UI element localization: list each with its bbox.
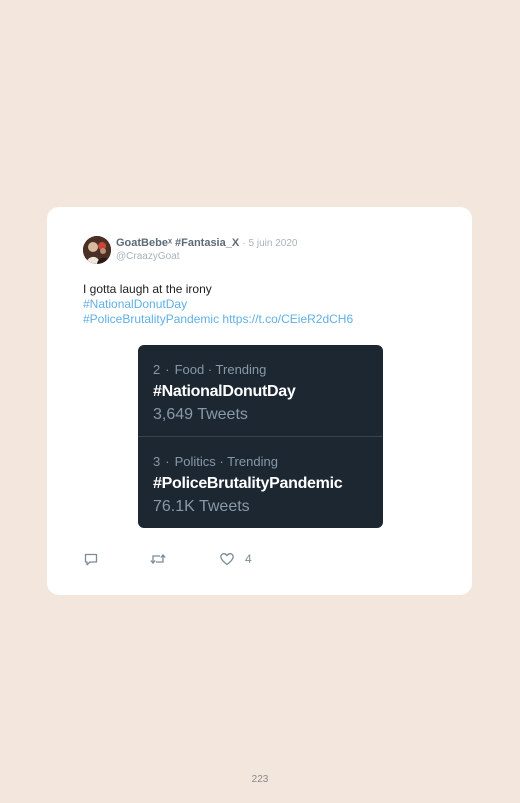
avatar[interactable] [83,236,111,264]
author-display-name[interactable]: GoatBebeˣ [116,237,172,249]
url-link[interactable]: https://t.co/CEieR2dCH6 [222,312,353,326]
trend-count: 76.1K Tweets [153,498,250,515]
trend-separator: · [165,454,170,469]
date-separator: · [242,238,246,249]
trend-separator: · [215,454,228,469]
trend-item: 3 · Politics · Trending #PoliceBrutalityPa… [138,437,383,528]
author-handle[interactable]: @CraazyGoat [116,251,180,263]
trend-meta: 2 · Food · Trending [153,362,266,377]
trend-status: Trending [227,454,278,469]
page-number: 223 [251,774,269,785]
tweet-card: GoatBebeˣ #Fantasia_X · 5 juin 2020 @Craazy… [47,207,472,595]
tweet-text-line: I gotta laugh at the irony [83,282,212,296]
like-button[interactable]: 4 [219,550,252,568]
trend-status: Trending [215,362,267,377]
tweet-date[interactable]: 5 juin 2020 [249,238,298,249]
trend-item: 2 · Food · Trending #NationalDonutDay 3,64… [138,345,383,436]
heart-icon [220,553,234,566]
trend-separator: · [204,362,216,377]
tweet-text: I gotta laugh at the irony #NationalDonu… [83,282,353,327]
trend-name: #NationalDonutDay [153,383,296,400]
trend-rank: 2 [153,362,161,377]
hashtag-link[interactable]: #PoliceBrutalityPandemic [83,312,219,326]
trend-meta: 3 · Politics · Trending [153,454,278,469]
reply-button[interactable] [83,550,99,568]
trend-name: #PoliceBrutalityPandemic [153,475,343,492]
avatar-image [83,236,111,264]
trend-category: Food [174,362,205,377]
like-count: 4 [245,552,252,566]
trend-separator: · [165,362,170,377]
retweet-button[interactable] [149,550,167,568]
retweet-icon [150,554,166,564]
trend-category: Politics [174,454,216,469]
tweet-author: GoatBebeˣ #Fantasia_X · 5 juin 2020 [116,237,297,250]
author-display-hashtag[interactable]: #Fantasia_X [175,237,239,249]
trend-rank: 3 [153,454,161,469]
trend-count: 3,649 Tweets [153,406,248,423]
reply-icon [84,553,98,566]
trends-image[interactable]: 2 · Food · Trending #NationalDonutDay 3,64… [138,345,383,528]
hashtag-link[interactable]: #NationalDonutDay [83,297,187,311]
